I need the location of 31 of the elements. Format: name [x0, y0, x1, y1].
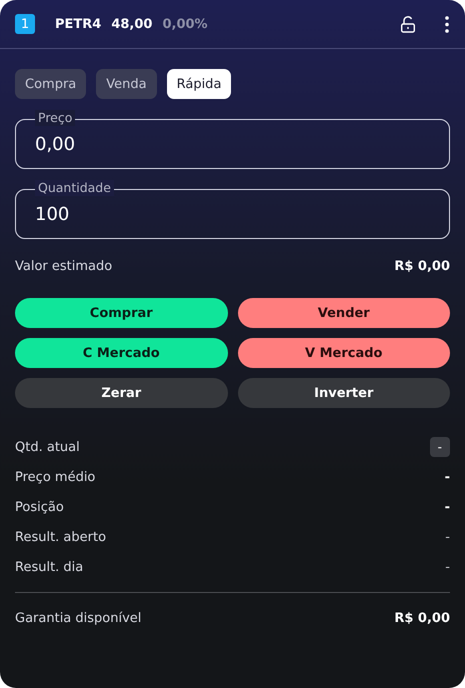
action-button[interactable]: Zerar [15, 378, 228, 408]
stat-value: - [445, 530, 450, 544]
quantity-badge: - [430, 437, 450, 457]
collateral-label: Garantia disponível [15, 610, 142, 626]
collateral-value: R$ 0,00 [394, 610, 450, 626]
field-label: Quantidade [35, 180, 114, 196]
stat-label: Preço médio [15, 470, 96, 484]
stat-label: Qtd. atual [15, 440, 80, 454]
stat-value: - [444, 470, 450, 484]
unlock-icon[interactable] [400, 16, 416, 32]
field-label: Preço [35, 110, 76, 126]
stat-value: - [444, 500, 450, 514]
more-options-icon[interactable] [445, 16, 449, 32]
buy-button[interactable]: C Mercado [15, 338, 228, 368]
price-change: 0,00% [162, 16, 208, 32]
stat-label: Result. dia [15, 560, 84, 574]
slot-badge: 1 [15, 14, 35, 34]
estimate-label: Valor estimado [15, 259, 112, 274]
sell-button[interactable]: V Mercado [238, 338, 450, 368]
order-type-tab[interactable]: Compra [15, 69, 86, 99]
sell-button[interactable]: Vender [238, 298, 450, 328]
buy-button[interactable]: Comprar [15, 298, 228, 328]
order-type-tab[interactable]: Venda [96, 69, 157, 99]
order-type-tab[interactable]: Rápida [166, 69, 232, 99]
price: 48,00 [111, 16, 152, 32]
ticker-symbol: PETR4 [55, 16, 102, 32]
estimate-value: R$ 0,00 [394, 259, 450, 274]
stat-value: - [445, 560, 450, 574]
action-button[interactable]: Inverter [238, 378, 450, 408]
stat-label: Posição [15, 500, 64, 514]
stat-label: Result. aberto [15, 530, 106, 544]
